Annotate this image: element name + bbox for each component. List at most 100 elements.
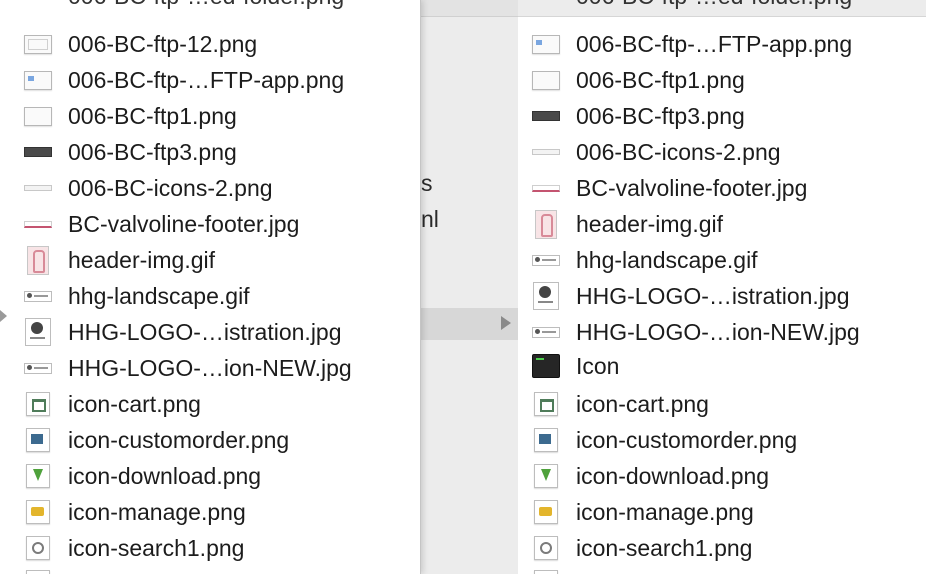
image-thumbnail-icon [24, 174, 52, 202]
file-name: icon-search1.png [68, 534, 245, 561]
file-name: header-img.gif [68, 246, 216, 273]
file-row[interactable]: 006-BC-ftp3.png [0, 134, 420, 170]
image-thumbnail-icon [24, 102, 52, 130]
finder-column-right: 006-BC-ftp-…ed-folder.png 006-BC-ftp-…FT… [518, 0, 926, 574]
file-row[interactable]: BC-valvoline-footer.jpg [0, 206, 420, 242]
image-thumbnail-icon [532, 138, 560, 166]
image-thumbnail-icon [532, 66, 560, 94]
image-thumbnail-icon [24, 354, 52, 382]
file-name: icon-customorder.png [68, 426, 290, 453]
file-name: 006-BC-icons-2.png [68, 174, 273, 201]
file-row[interactable]: icon-search1.png [518, 530, 926, 566]
file-name: 006-BC-ftp1.png [68, 102, 237, 129]
file-name: HHG-LOGO-…ion-NEW.jpg [68, 354, 352, 381]
file-name: icon-download.png [68, 462, 262, 489]
file-name: 006-BC-ftp-…FTP-app.png [68, 66, 345, 93]
file-row[interactable]: icon-customorder.png [0, 422, 420, 458]
image-thumbnail-icon [24, 534, 52, 562]
disclosure-triangle-icon[interactable] [501, 316, 511, 330]
file-name: 006-BC-ftp1.png [576, 66, 745, 93]
file-row[interactable]: icon-download.png [518, 458, 926, 494]
file-row[interactable]: icon-cart.png [518, 386, 926, 422]
file-row[interactable]: icon-manage.png [518, 494, 926, 530]
file-row[interactable]: icon-customorder.png [518, 422, 926, 458]
file-row[interactable] [518, 564, 926, 574]
file-row[interactable]: HHG-LOGO-…istration.jpg [518, 278, 926, 314]
file-row[interactable]: 006-BC-ftp1.png [518, 62, 926, 98]
file-name: icon-manage.png [68, 498, 246, 525]
file-row[interactable]: header-img.gif [0, 242, 420, 278]
image-thumbnail-icon [24, 568, 52, 574]
image-thumbnail-icon [532, 534, 560, 562]
image-thumbnail-icon [24, 30, 52, 58]
file-row[interactable]: icon-search1.png [0, 530, 420, 566]
file-name: icon-download.png [576, 462, 770, 489]
image-thumbnail-icon [532, 462, 560, 490]
image-thumbnail-icon [532, 568, 560, 574]
file-name: icon-search1.png [576, 534, 753, 561]
file-row[interactable]: HHG-LOGO-…ion-NEW.jpg [0, 350, 420, 386]
file-name: 006-BC-ftp-…ed-folder.png [576, 0, 852, 10]
partially-hidden-text: s [421, 170, 433, 196]
file-row[interactable]: header-img.gif [518, 206, 926, 242]
file-row[interactable]: Icon [518, 348, 926, 384]
file-name: HHG-LOGO-…istration.jpg [576, 282, 850, 309]
image-thumbnail-icon [532, 246, 560, 274]
image-thumbnail-icon [532, 174, 560, 202]
image-thumbnail-icon [532, 318, 560, 346]
image-thumbnail-icon [532, 209, 560, 239]
file-row[interactable]: hhg-landscape.gif [518, 242, 926, 278]
background-column: s nl [420, 0, 519, 574]
image-thumbnail-icon [24, 498, 52, 526]
file-row[interactable] [0, 564, 420, 574]
image-thumbnail-icon [24, 66, 52, 94]
image-thumbnail-icon [532, 426, 560, 454]
image-thumbnail-icon [532, 30, 560, 58]
file-row[interactable]: 006-BC-ftp-12.png [0, 26, 420, 62]
finder-column-left: 006-BC-ftp-…ed-folder.png 006-BC-ftp-12.… [0, 0, 421, 574]
file-name: 006-BC-ftp3.png [68, 138, 237, 165]
image-thumbnail-icon [24, 210, 52, 238]
file-name: icon-customorder.png [576, 426, 798, 453]
image-thumbnail-icon [24, 245, 52, 275]
file-name: header-img.gif [576, 210, 724, 237]
file-row[interactable]: 006-BC-ftp-…FTP-app.png [0, 62, 420, 98]
column-header-strip [421, 0, 518, 17]
file-name: hhg-landscape.gif [576, 246, 758, 273]
file-name: 006-BC-ftp-12.png [68, 30, 258, 57]
terminal-icon [532, 352, 560, 380]
image-thumbnail-icon [24, 426, 52, 454]
file-row[interactable]: HHG-LOGO-…istration.jpg [0, 314, 420, 350]
file-name: BC-valvoline-footer.jpg [576, 174, 808, 201]
file-row[interactable]: icon-manage.png [0, 494, 420, 530]
file-row[interactable]: 006-BC-ftp1.png [0, 98, 420, 134]
file-row[interactable]: icon-download.png [0, 458, 420, 494]
file-name: hhg-landscape.gif [68, 282, 250, 309]
partially-hidden-text: nl [421, 206, 439, 232]
file-name: 006-BC-icons-2.png [576, 138, 781, 165]
file-name: icon-cart.png [576, 390, 709, 417]
image-thumbnail-icon [24, 282, 52, 310]
file-row[interactable]: HHG-LOGO-…ion-NEW.jpg [518, 314, 926, 350]
image-thumbnail-icon [24, 462, 52, 490]
file-name: icon-manage.png [576, 498, 754, 525]
image-thumbnail-icon [24, 138, 52, 166]
file-name: icon-cart.png [68, 390, 201, 417]
image-thumbnail-icon [24, 390, 52, 418]
file-name: 006-BC-ftp-…FTP-app.png [576, 30, 853, 57]
file-name: Icon [576, 352, 620, 379]
file-name: 006-BC-ftp-…ed-folder.png [68, 0, 344, 10]
file-row[interactable]: 006-BC-icons-2.png [518, 134, 926, 170]
file-name: BC-valvoline-footer.jpg [68, 210, 300, 237]
image-thumbnail-icon [532, 390, 560, 418]
file-name: 006-BC-ftp3.png [576, 102, 745, 129]
file-row[interactable]: 006-BC-ftp3.png [518, 98, 926, 134]
image-thumbnail-icon [532, 102, 560, 130]
file-row[interactable]: hhg-landscape.gif [0, 278, 420, 314]
file-row[interactable]: BC-valvoline-footer.jpg [518, 170, 926, 206]
file-name: HHG-LOGO-…ion-NEW.jpg [576, 318, 860, 345]
file-row[interactable]: 006-BC-icons-2.png [0, 170, 420, 206]
file-row[interactable]: 006-BC-ftp-…FTP-app.png [518, 26, 926, 62]
file-row[interactable]: icon-cart.png [0, 386, 420, 422]
image-thumbnail-icon [532, 282, 560, 310]
